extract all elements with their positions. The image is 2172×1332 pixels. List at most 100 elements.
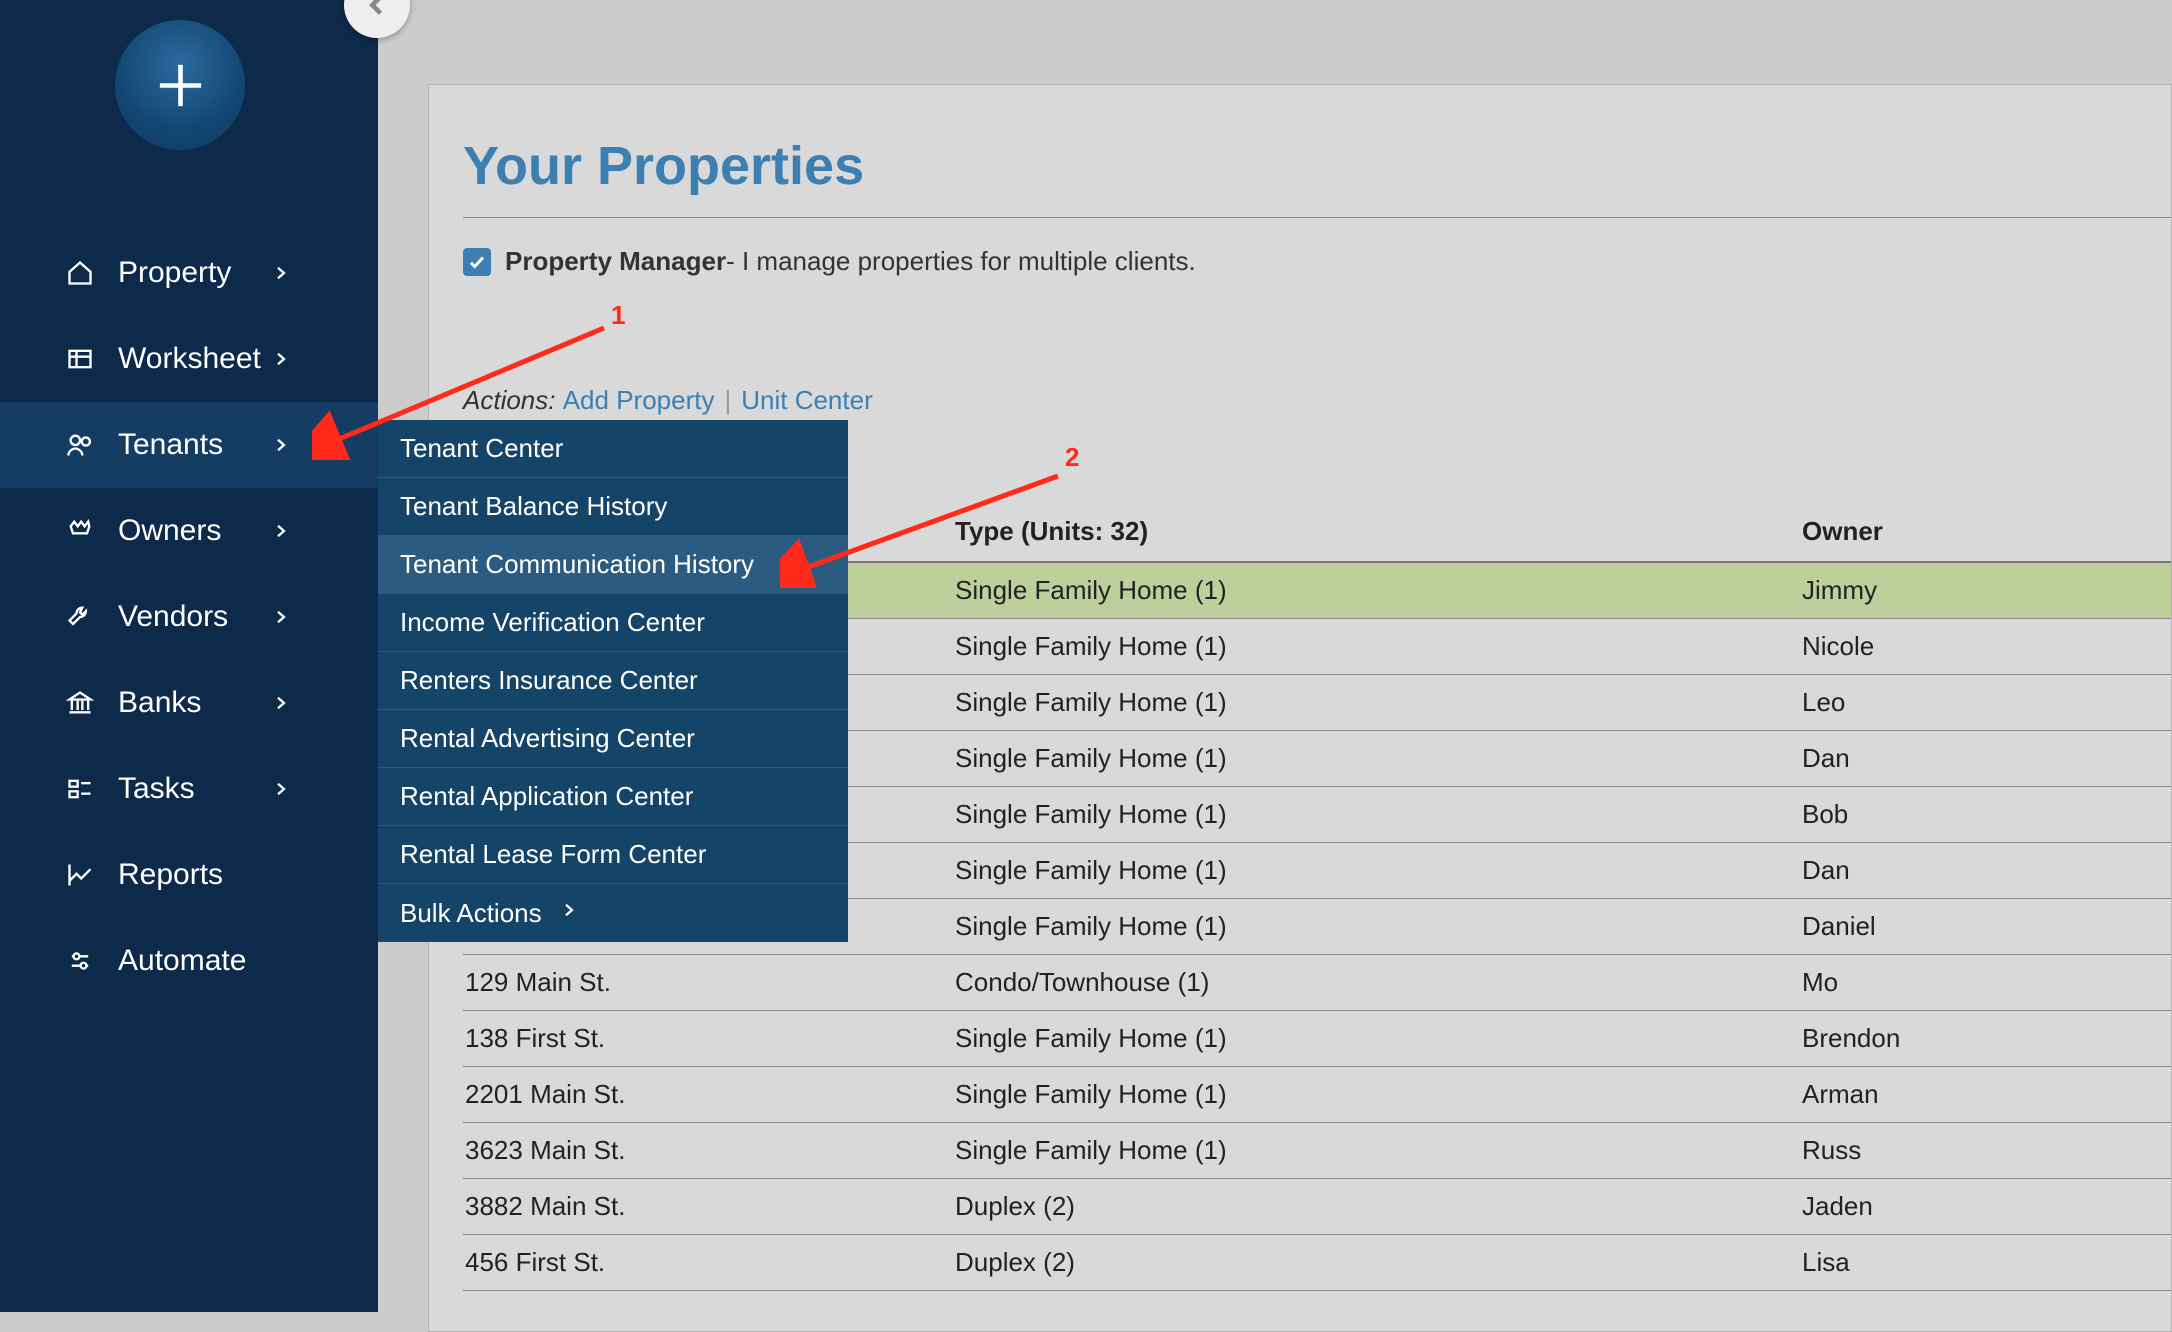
submenu-item-tenant-center[interactable]: Tenant Center xyxy=(378,420,848,478)
annotation-label-2: 2 xyxy=(1065,442,1079,473)
submenu-item-label: Tenant Balance History xyxy=(400,491,667,522)
sidebar-item-tasks[interactable]: Tasks xyxy=(0,746,378,832)
sidebar-item-label: Tenants xyxy=(118,428,378,462)
reports-icon xyxy=(62,861,98,889)
cell-type: Single Family Home (1) xyxy=(955,911,1802,942)
actions-label: Actions: xyxy=(463,385,563,415)
cell-name: 2201 Main St. xyxy=(463,1079,955,1110)
sidebar-item-tenants[interactable]: Tenants xyxy=(0,402,378,488)
sidebar-item-label: Banks xyxy=(118,686,378,720)
sidebar-item-automate[interactable]: Automate xyxy=(0,918,378,1004)
submenu-item-rental-advertising-center[interactable]: Rental Advertising Center xyxy=(378,710,848,768)
submenu-item-label: Rental Lease Form Center xyxy=(400,839,706,870)
banks-icon xyxy=(62,689,98,717)
submenu-item-label: Rental Advertising Center xyxy=(400,723,695,754)
cell-owner: Mo xyxy=(1802,967,1838,998)
add-button[interactable] xyxy=(115,20,245,150)
cell-owner: Dan xyxy=(1802,855,1850,886)
cell-name: 3882 Main St. xyxy=(463,1191,955,1222)
submenu-item-tenant-balance-history[interactable]: Tenant Balance History xyxy=(378,478,848,536)
cell-type: Single Family Home (1) xyxy=(955,1079,1802,1110)
table-row[interactable]: 2201 Main St.Single Family Home (1)Arman xyxy=(463,1067,2171,1123)
check-icon xyxy=(468,253,486,271)
submenu-item-renters-insurance-center[interactable]: Renters Insurance Center xyxy=(378,652,848,710)
cell-owner: Lisa xyxy=(1802,1247,1850,1278)
owners-icon xyxy=(62,517,98,545)
submenu-item-label: Rental Application Center xyxy=(400,781,693,812)
cell-type: Condo/Townhouse (1) xyxy=(955,967,1802,998)
cell-type: Single Family Home (1) xyxy=(955,799,1802,830)
submenu-item-label: Bulk Actions xyxy=(400,898,542,929)
header-type[interactable]: Type (Units: 32) xyxy=(955,516,1802,547)
vendors-icon xyxy=(62,603,98,631)
cell-owner: Nicole xyxy=(1802,631,1874,662)
sidebar-item-banks[interactable]: Banks xyxy=(0,660,378,746)
home-icon xyxy=(62,259,98,287)
sidebar-item-vendors[interactable]: Vendors xyxy=(0,574,378,660)
chevron-right-icon xyxy=(272,432,290,458)
submenu-item-label: Income Verification Center xyxy=(400,607,705,638)
property-manager-row: Property Manager - I manage properties f… xyxy=(463,246,2171,277)
header-owner[interactable]: Owner xyxy=(1802,516,1883,547)
cell-owner: Jimmy xyxy=(1802,575,1877,606)
submenu-item-rental-lease-form-center[interactable]: Rental Lease Form Center xyxy=(378,826,848,884)
submenu-item-tenant-communication-history[interactable]: Tenant Communication History xyxy=(378,536,848,594)
cell-type: Single Family Home (1) xyxy=(955,855,1802,886)
chevron-right-icon xyxy=(560,897,578,930)
property-manager-desc: - I manage properties for multiple clien… xyxy=(726,246,1196,277)
cell-owner: Daniel xyxy=(1802,911,1876,942)
property-manager-checkbox[interactable] xyxy=(463,248,491,276)
sidebar-item-label: Automate xyxy=(118,944,378,978)
chevron-right-icon xyxy=(272,260,290,286)
actions-row: Actions: Add Property | Unit Center xyxy=(463,385,2171,416)
sidebar-nav: Property Worksheet Tenants Owners Vendors Ban… xyxy=(0,230,378,1004)
plus-icon xyxy=(153,58,208,113)
chevron-right-icon xyxy=(272,690,290,716)
table-row[interactable]: 3623 Main St.Single Family Home (1)Russ xyxy=(463,1123,2171,1179)
cell-type: Single Family Home (1) xyxy=(955,575,1802,606)
add-property-link[interactable]: Add Property xyxy=(563,385,715,415)
cell-owner: Jaden xyxy=(1802,1191,1873,1222)
sidebar-item-label: Worksheet xyxy=(118,342,378,376)
actions-separator: | xyxy=(724,385,731,415)
cell-type: Single Family Home (1) xyxy=(955,743,1802,774)
sidebar-item-reports[interactable]: Reports xyxy=(0,832,378,918)
sidebar: Property Worksheet Tenants Owners Vendors Ban… xyxy=(0,0,378,1312)
submenu-item-label: Tenant Center xyxy=(400,433,563,464)
chevron-left-icon xyxy=(363,0,391,19)
tasks-icon xyxy=(62,775,98,803)
cell-type: Single Family Home (1) xyxy=(955,1023,1802,1054)
worksheet-icon xyxy=(62,345,98,373)
cell-name: 138 First St. xyxy=(463,1023,955,1054)
submenu-item-rental-application-center[interactable]: Rental Application Center xyxy=(378,768,848,826)
property-manager-label: Property Manager xyxy=(505,246,726,277)
cell-owner: Arman xyxy=(1802,1079,1879,1110)
table-row[interactable]: 138 First St.Single Family Home (1)Brend… xyxy=(463,1011,2171,1067)
automate-icon xyxy=(62,947,98,975)
chevron-right-icon xyxy=(272,604,290,630)
chevron-right-icon xyxy=(272,346,290,372)
cell-name: 456 First St. xyxy=(463,1247,955,1278)
chevron-right-icon xyxy=(272,518,290,544)
cell-type: Single Family Home (1) xyxy=(955,687,1802,718)
cell-owner: Dan xyxy=(1802,743,1850,774)
chevron-right-icon xyxy=(272,776,290,802)
sidebar-item-label: Owners xyxy=(118,514,378,548)
cell-type: Single Family Home (1) xyxy=(955,1135,1802,1166)
table-row[interactable]: 456 First St.Duplex (2)Lisa xyxy=(463,1235,2171,1291)
submenu-item-bulk-actions[interactable]: Bulk Actions xyxy=(378,884,848,942)
unit-center-link[interactable]: Unit Center xyxy=(741,385,873,415)
sidebar-item-owners[interactable]: Owners xyxy=(0,488,378,574)
cell-name: 129 Main St. xyxy=(463,967,955,998)
tenants-icon xyxy=(62,431,98,459)
sidebar-item-property[interactable]: Property xyxy=(0,230,378,316)
submenu-item-income-verification-center[interactable]: Income Verification Center xyxy=(378,594,848,652)
cell-owner: Leo xyxy=(1802,687,1845,718)
table-row[interactable]: 129 Main St.Condo/Townhouse (1)Mo xyxy=(463,955,2171,1011)
sidebar-item-worksheet[interactable]: Worksheet xyxy=(0,316,378,402)
submenu-item-label: Renters Insurance Center xyxy=(400,665,698,696)
sidebar-item-label: Property xyxy=(118,256,378,290)
cell-owner: Brendon xyxy=(1802,1023,1900,1054)
table-row[interactable]: 3882 Main St.Duplex (2)Jaden xyxy=(463,1179,2171,1235)
sidebar-item-label: Vendors xyxy=(118,600,378,634)
